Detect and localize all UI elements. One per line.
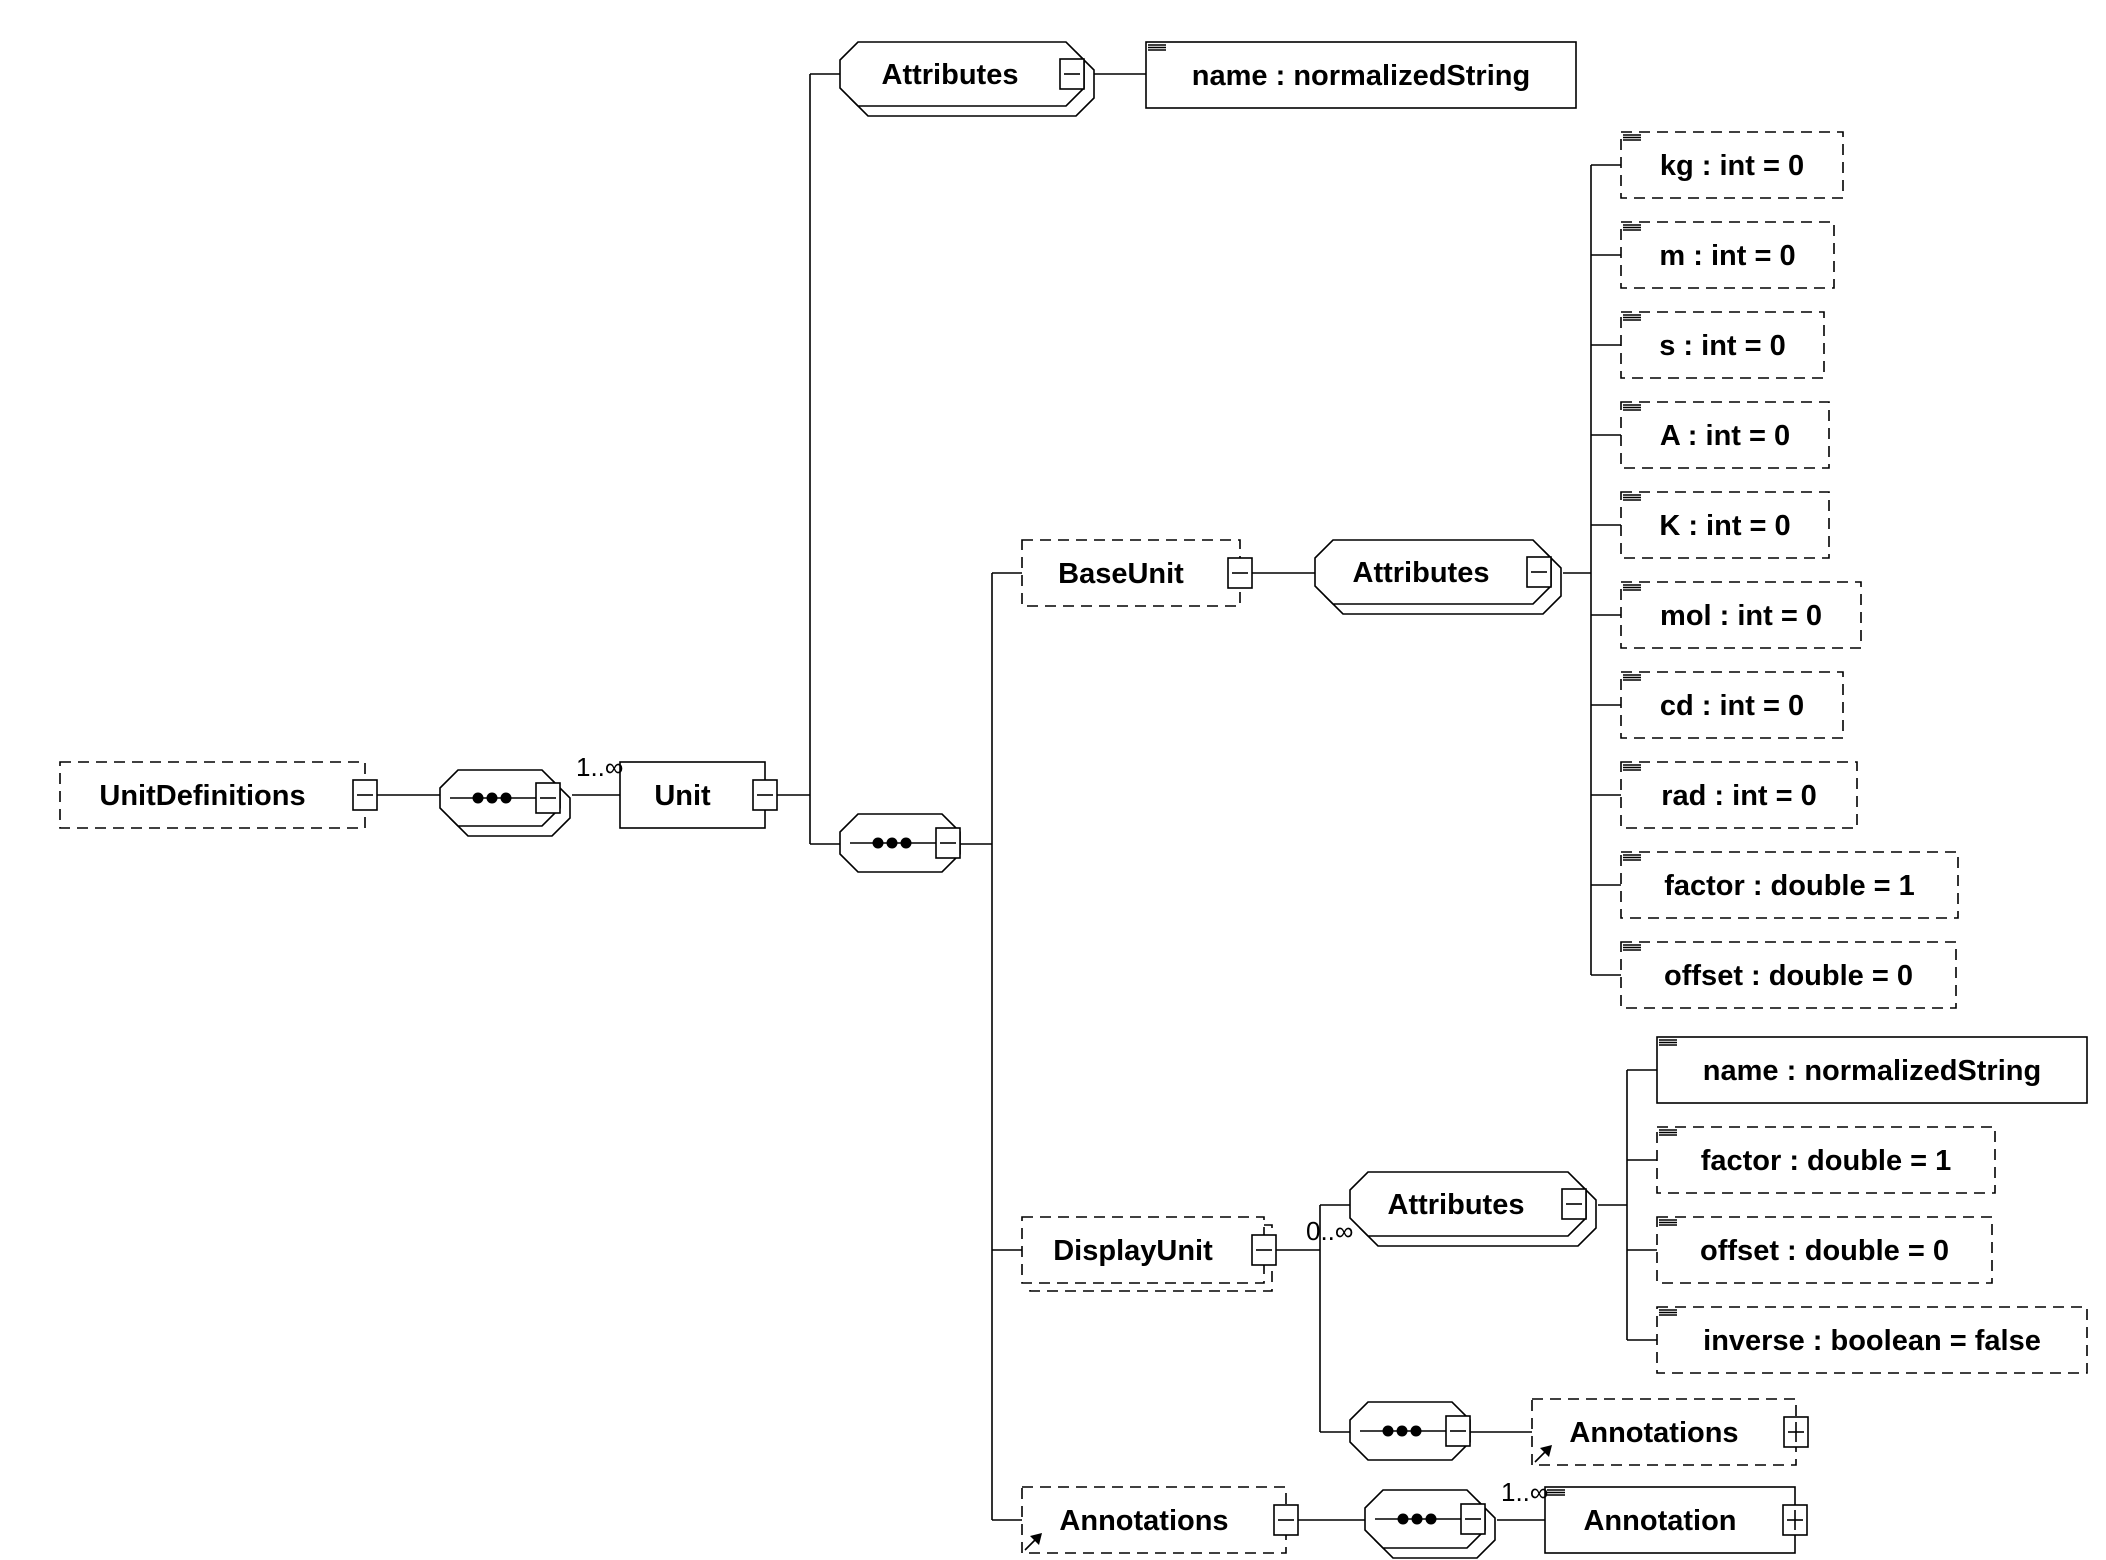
collapse-toggle[interactable] xyxy=(1059,58,1085,90)
base-unit-attribute[interactable]: cd : int = 0 xyxy=(1620,671,1844,739)
documentation-icon xyxy=(1148,44,1166,51)
display-unit-annotations-element[interactable]: Annotations xyxy=(1531,1398,1809,1466)
element-label: DisplayUnit xyxy=(1053,1235,1213,1267)
base-unit-attribute[interactable]: s : int = 0 xyxy=(1620,311,1825,379)
collapse-toggle[interactable] xyxy=(1273,1504,1299,1536)
element-label: Annotation xyxy=(1583,1505,1736,1537)
collapse-toggle[interactable] xyxy=(1561,1188,1587,1220)
collapse-toggle[interactable] xyxy=(535,782,561,814)
unit-element[interactable]: Unit 1..∞ xyxy=(576,752,778,829)
documentation-icon xyxy=(1623,134,1641,141)
unit-definitions-element[interactable]: UnitDefinitions xyxy=(59,761,378,829)
element-label: BaseUnit xyxy=(1058,558,1184,590)
base-unit-attribute[interactable]: offset : double = 0 xyxy=(1620,941,1957,1009)
collapse-toggle[interactable] xyxy=(1227,557,1253,589)
display-unit-attributes-group[interactable]: Attributes xyxy=(1349,1171,1597,1247)
annotation-element[interactable]: Annotation 1..∞ xyxy=(1501,1477,1808,1554)
base-unit-attribute[interactable]: m : int = 0 xyxy=(1620,221,1835,289)
attribute-group-label: Attributes xyxy=(1388,1189,1525,1221)
documentation-icon xyxy=(1623,494,1641,501)
documentation-icon xyxy=(1623,404,1641,411)
annotations-element[interactable]: Annotations xyxy=(1021,1486,1299,1554)
base-unit-element[interactable]: BaseUnit xyxy=(1021,539,1253,607)
collapse-toggle[interactable] xyxy=(1251,1234,1277,1266)
display-unit-sequence[interactable] xyxy=(1349,1401,1471,1461)
collapse-toggle[interactable] xyxy=(752,779,778,811)
cardinality-label: 1..∞ xyxy=(576,752,623,782)
base-unit-attribute[interactable]: mol : int = 0 xyxy=(1620,581,1862,649)
documentation-icon xyxy=(1659,1309,1677,1316)
documentation-icon xyxy=(1659,1219,1677,1226)
display-unit-element[interactable]: DisplayUnit xyxy=(1021,1216,1277,1292)
cardinality-label: 1..∞ xyxy=(1501,1477,1548,1507)
expand-toggle[interactable] xyxy=(1782,1504,1808,1536)
attribute-label: m : int = 0 xyxy=(1659,240,1795,272)
root-sequence[interactable] xyxy=(439,769,571,837)
element-label: Annotations xyxy=(1059,1505,1228,1537)
documentation-icon xyxy=(1623,314,1641,321)
element-label: Annotations xyxy=(1569,1417,1738,1449)
attribute-label: rad : int = 0 xyxy=(1661,780,1817,812)
documentation-icon xyxy=(1623,674,1641,681)
collapse-toggle[interactable] xyxy=(1526,556,1552,588)
attribute-label: inverse : boolean = false xyxy=(1703,1325,2041,1357)
attribute-label: s : int = 0 xyxy=(1659,330,1786,362)
unit-sequence[interactable] xyxy=(839,813,961,873)
collapse-toggle[interactable] xyxy=(1445,1415,1471,1447)
attribute-label: factor : double = 1 xyxy=(1701,1145,1952,1177)
attribute-label: offset : double = 0 xyxy=(1700,1235,1949,1267)
display-unit-attribute[interactable]: factor : double = 1 xyxy=(1656,1126,1996,1194)
documentation-icon xyxy=(1623,224,1641,231)
element-label: UnitDefinitions xyxy=(99,780,305,812)
attribute-label: mol : int = 0 xyxy=(1660,600,1822,632)
attribute-label: factor : double = 1 xyxy=(1664,870,1915,902)
documentation-icon xyxy=(1659,1129,1677,1136)
collapse-toggle[interactable] xyxy=(352,779,378,811)
collapse-toggle[interactable] xyxy=(935,827,961,859)
attribute-name[interactable]: name : normalizedString xyxy=(1145,41,1577,109)
diagram-nodes: UnitDefinitions Unit 1..∞ Attributes name : … xyxy=(59,41,2088,1559)
attribute-group-label: Attributes xyxy=(882,59,1019,91)
attribute-group-label: Attributes xyxy=(1353,557,1490,589)
attribute-label: cd : int = 0 xyxy=(1660,690,1804,722)
documentation-icon xyxy=(1623,764,1641,771)
attribute-label: A : int = 0 xyxy=(1660,420,1790,452)
attribute-label: kg : int = 0 xyxy=(1660,150,1804,182)
documentation-icon xyxy=(1623,584,1641,591)
base-unit-attribute[interactable]: kg : int = 0 xyxy=(1620,131,1844,199)
base-unit-attributes-group[interactable]: Attributes xyxy=(1314,539,1562,615)
cardinality-label: 0..∞ xyxy=(1306,1216,1353,1246)
element-label: Unit xyxy=(654,780,711,812)
documentation-icon xyxy=(1623,854,1641,861)
attribute-label: name : normalizedString xyxy=(1192,60,1530,92)
documentation-icon xyxy=(1623,944,1641,951)
unit-attributes-group[interactable]: Attributes xyxy=(839,41,1095,117)
attribute-label: name : normalizedString xyxy=(1703,1055,2041,1087)
schema-diagram: UnitDefinitions Unit 1..∞ Attributes name : … xyxy=(59,41,2088,1559)
documentation-icon xyxy=(1659,1039,1677,1046)
attribute-label: offset : double = 0 xyxy=(1664,960,1913,992)
base-unit-attribute[interactable]: rad : int = 0 xyxy=(1620,761,1858,829)
display-unit-attribute[interactable]: offset : double = 0 xyxy=(1656,1216,1993,1284)
base-unit-attribute[interactable]: factor : double = 1 xyxy=(1620,851,1959,919)
collapse-toggle[interactable] xyxy=(1460,1503,1486,1535)
documentation-icon xyxy=(1547,1489,1565,1496)
display-unit-attribute[interactable]: inverse : boolean = false xyxy=(1656,1306,2088,1374)
base-unit-attribute[interactable]: A : int = 0 xyxy=(1620,401,1830,469)
attribute-label: K : int = 0 xyxy=(1659,510,1790,542)
base-unit-attribute[interactable]: K : int = 0 xyxy=(1620,491,1830,559)
annotations-sequence[interactable] xyxy=(1364,1489,1496,1559)
display-unit-attribute[interactable]: name : normalizedString xyxy=(1656,1036,2088,1104)
expand-toggle[interactable] xyxy=(1783,1416,1809,1448)
